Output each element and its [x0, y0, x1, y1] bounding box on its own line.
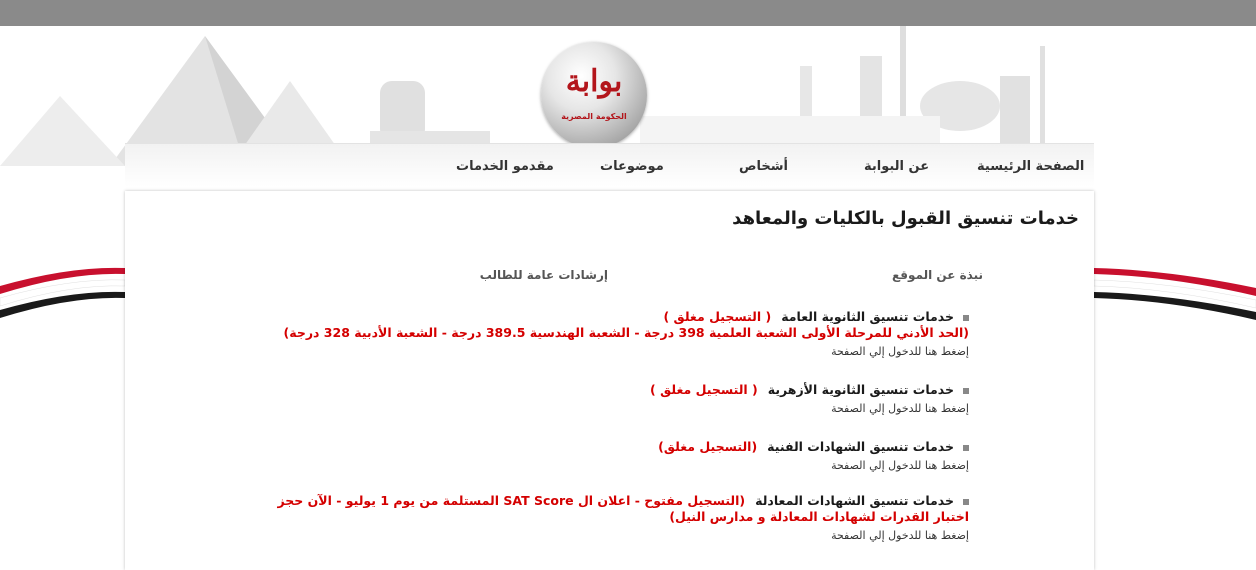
nav-service-providers[interactable]: مقدمو الخدمات — [456, 159, 554, 174]
service-status: ( التسجيل مغلق ) — [663, 309, 772, 324]
service-title: خدمات تنسيق الثانوية الأزهرية — [767, 382, 954, 397]
nav-home[interactable]: الصفحة الرئيسية — [977, 159, 1084, 174]
page-title: خدمات تنسيق القبول بالكليات والمعاهد — [732, 208, 1079, 229]
service-title: خدمات تنسيق الشهادات الفنية — [767, 439, 954, 454]
service-item: خدمات تنسيق الشهادات المعادلة(التسجيل مف… — [249, 493, 969, 542]
nav-people[interactable]: أشخاص — [739, 159, 788, 174]
service-item: خدمات تنسيق الثانوية الأزهرية ( التسجيل م… — [249, 382, 969, 415]
bullet-icon — [963, 314, 969, 321]
bullet-icon — [963, 498, 969, 505]
nav-about-portal[interactable]: عن البوابة — [864, 159, 929, 174]
service-page-link[interactable]: إضغط هنا للدخول إلي الصفحة — [249, 345, 969, 358]
service-status: ( التسجيل مغلق ) — [650, 382, 758, 397]
service-page-link[interactable]: إضغط هنا للدخول إلي الصفحة — [249, 402, 969, 415]
site-logo[interactable]: بوابة الحكومة المصرية — [541, 42, 647, 148]
bullet-icon — [963, 444, 969, 451]
nav-topics[interactable]: موضوعات — [600, 159, 664, 174]
bullet-icon — [963, 387, 969, 394]
service-page-link[interactable]: إضغط هنا للدخول إلي الصفحة — [249, 529, 969, 542]
logo-subtitle: الحكومة المصرية — [561, 112, 627, 121]
service-title: خدمات تنسيق الثانوية العامة — [781, 309, 954, 324]
about-site-link[interactable]: نبذة عن الموقع — [892, 268, 983, 282]
service-page-link[interactable]: إضغط هنا للدخول إلي الصفحة — [249, 459, 969, 472]
main-nav: الصفحة الرئيسية عن البوابة أشخاص موضوعات… — [125, 143, 1094, 187]
service-title: خدمات تنسيق الشهادات المعادلة — [755, 493, 954, 508]
main-content: خدمات تنسيق القبول بالكليات والمعاهد نبذ… — [125, 191, 1094, 570]
service-item: خدمات تنسيق الثانوية العامة ( التسجيل مغل… — [249, 309, 969, 358]
service-item: خدمات تنسيق الشهادات الفنية (التسجيل مغلق… — [249, 439, 969, 472]
service-status: (التسجيل مغلق) — [658, 439, 758, 454]
browser-top-bar — [0, 0, 1256, 26]
service-note: (الحد الأدني للمرحلة الأولى الشعبة العلم… — [283, 325, 969, 340]
logo-name: بوابة — [565, 64, 624, 99]
student-guidance-link[interactable]: إرشادات عامة للطالب — [480, 268, 608, 282]
